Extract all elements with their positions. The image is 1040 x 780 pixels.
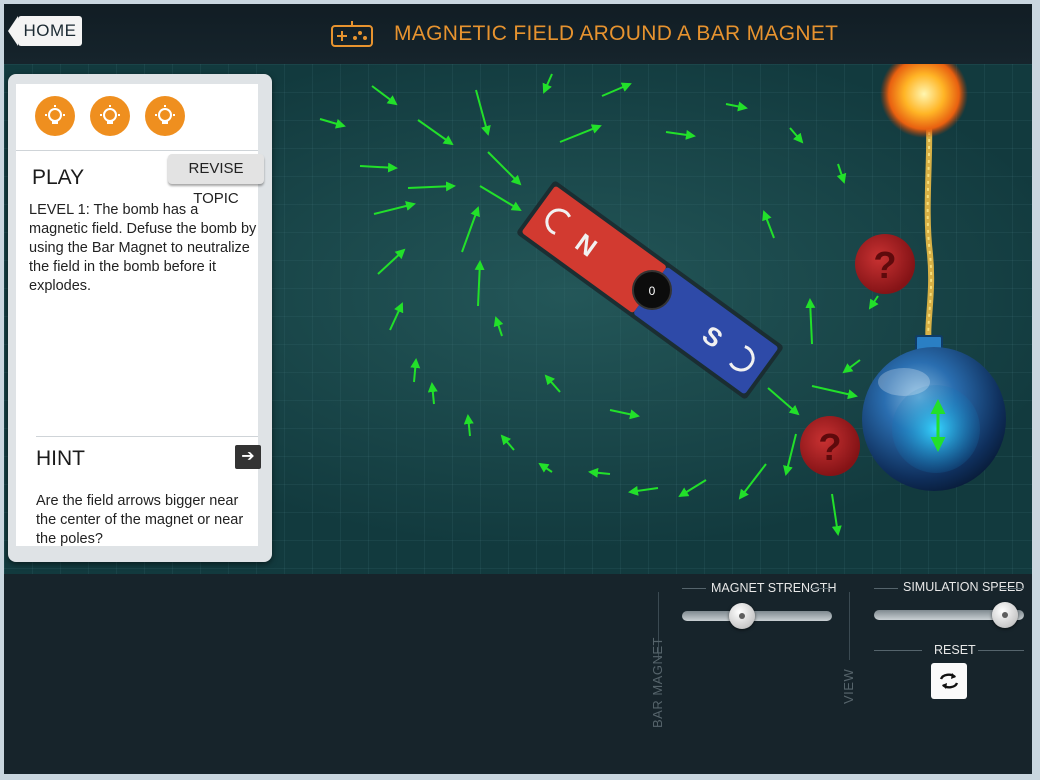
field-arrow bbox=[783, 433, 797, 476]
field-arrow bbox=[609, 409, 640, 420]
play-heading: PLAY bbox=[32, 166, 85, 189]
field-arrow bbox=[500, 434, 515, 451]
revise-topic-button[interactable]: REVISE TOPIC bbox=[168, 154, 264, 207]
divider bbox=[978, 650, 1024, 651]
lightbulb-icon bbox=[145, 96, 185, 136]
field-arrow bbox=[665, 129, 696, 140]
view-section-label: VIEW bbox=[841, 668, 856, 704]
field-arrow bbox=[389, 302, 404, 331]
field-arrow bbox=[319, 118, 346, 129]
title-group: MAGNETIC FIELD AROUND A BAR MAGNET bbox=[330, 18, 838, 50]
reset-label: RESET bbox=[934, 643, 976, 657]
field-arrow bbox=[842, 359, 861, 374]
field-arrow bbox=[831, 493, 842, 536]
arrow-right-icon: ➔ bbox=[241, 448, 255, 465]
field-arrow bbox=[377, 248, 406, 275]
field-arrow bbox=[417, 119, 454, 146]
field-arrow bbox=[371, 85, 398, 106]
app-window: HOME MAGNETIC FIELD AROUND A BAR MAGNET bbox=[4, 4, 1032, 774]
hint-next-button[interactable]: ➔ bbox=[235, 445, 261, 469]
divider bbox=[16, 150, 258, 151]
divider bbox=[849, 592, 850, 660]
lightbulb-icon bbox=[35, 96, 75, 136]
refresh-icon bbox=[939, 673, 959, 689]
field-arrow bbox=[427, 382, 438, 405]
field-arrow bbox=[868, 295, 879, 310]
field-arrow bbox=[475, 89, 491, 136]
mystery-marker: ? bbox=[800, 416, 860, 476]
field-arrow bbox=[767, 387, 800, 416]
simulation-speed-slider[interactable] bbox=[991, 602, 1018, 628]
field-arrow bbox=[461, 206, 480, 253]
top-bar: HOME MAGNETIC FIELD AROUND A BAR MAGNET bbox=[4, 4, 1032, 64]
field-arrow bbox=[811, 385, 858, 400]
field-arrow bbox=[805, 298, 816, 345]
level-description: LEVEL 1: The bomb has a magnetic field. … bbox=[29, 202, 257, 294]
info-panel: PLAY REVISE TOPIC LEVEL 1: The bomb has … bbox=[8, 74, 272, 562]
bar-magnet-section-label: BAR MAGNET bbox=[650, 637, 665, 728]
control-bar: BAR MAGNET VIEW MAGNET STRENGTH SIMULATI… bbox=[4, 574, 1032, 774]
svg-text:?: ? bbox=[873, 245, 896, 287]
field-arrow bbox=[588, 467, 611, 478]
divider bbox=[682, 588, 706, 589]
field-arrow bbox=[359, 162, 398, 173]
svg-text:?: ? bbox=[818, 427, 841, 469]
lightbulb-icon bbox=[90, 96, 130, 136]
magnet-strength-track[interactable] bbox=[682, 611, 832, 621]
field-arrow bbox=[678, 479, 707, 498]
mystery-marker: ? bbox=[855, 234, 915, 294]
divider bbox=[874, 588, 898, 589]
field-arrow bbox=[410, 358, 421, 383]
info-panel-content: PLAY REVISE TOPIC LEVEL 1: The bomb has … bbox=[16, 84, 264, 547]
field-arrow bbox=[762, 210, 775, 239]
field-arrow bbox=[601, 82, 632, 97]
field-arrow bbox=[725, 101, 748, 112]
field-arrow bbox=[373, 201, 416, 215]
field-arrow bbox=[559, 124, 602, 143]
field-arrow bbox=[479, 185, 522, 212]
magnet-strength-slider[interactable] bbox=[729, 603, 755, 629]
divider bbox=[1000, 588, 1024, 589]
hint-text: Are the field arrows bigger near the cen… bbox=[36, 493, 244, 547]
reset-button[interactable] bbox=[931, 663, 967, 699]
field-arrow bbox=[538, 462, 553, 473]
field-arrow bbox=[463, 414, 474, 437]
field-arrow bbox=[544, 374, 561, 393]
divider bbox=[810, 588, 832, 589]
simulation-speed-label: SIMULATION SPEED bbox=[903, 580, 1025, 594]
divider bbox=[874, 650, 922, 651]
fuse-flame bbox=[880, 64, 968, 138]
home-button[interactable]: HOME bbox=[8, 16, 82, 46]
field-arrow bbox=[628, 485, 659, 496]
page-title: MAGNETIC FIELD AROUND A BAR MAGNET bbox=[394, 22, 839, 45]
field-arrows bbox=[319, 73, 879, 536]
divider bbox=[36, 436, 258, 437]
magnet-center-value: 0 bbox=[649, 284, 656, 298]
field-arrow bbox=[493, 316, 504, 337]
field-arrow bbox=[474, 260, 485, 307]
hint-heading: HINT bbox=[36, 447, 85, 470]
field-arrow bbox=[738, 463, 767, 500]
field-arrow bbox=[407, 181, 456, 192]
field-arrow bbox=[542, 73, 553, 94]
field-arrow bbox=[836, 163, 847, 184]
gamepad-icon bbox=[331, 21, 373, 47]
field-arrow bbox=[789, 127, 804, 144]
field-arrow bbox=[487, 151, 522, 186]
